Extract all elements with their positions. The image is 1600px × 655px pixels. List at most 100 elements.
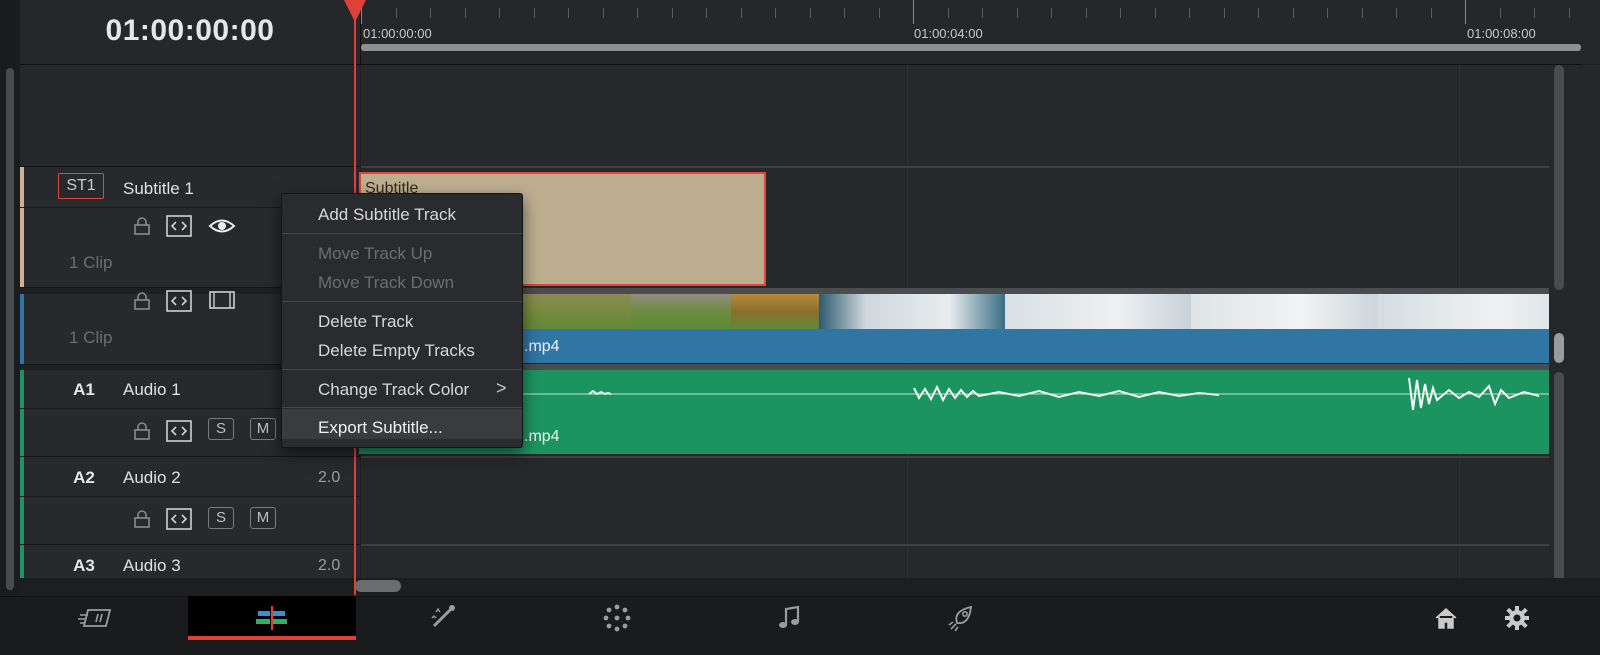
thumbnail bbox=[631, 294, 731, 329]
ruler-tick bbox=[1223, 8, 1225, 18]
ruler-tick bbox=[602, 8, 604, 18]
thumbnail bbox=[1005, 294, 1191, 329]
track-id-subtitle[interactable]: ST1 bbox=[58, 173, 104, 199]
lock-icon[interactable] bbox=[132, 509, 152, 534]
current-timecode[interactable]: 01:00:00:00 bbox=[20, 14, 360, 48]
track-id-a2: A2 bbox=[73, 468, 95, 487]
track-name-a1[interactable]: Audio 1 bbox=[123, 380, 181, 400]
horizontal-scrollbar[interactable] bbox=[20, 578, 1600, 595]
ruler-tick bbox=[1120, 8, 1121, 18]
thumbnail bbox=[731, 294, 819, 329]
track-id-a3: A3 bbox=[73, 556, 95, 575]
edit-page-icon[interactable] bbox=[242, 596, 302, 640]
ruler-tick bbox=[1430, 8, 1432, 18]
mute-button[interactable]: M bbox=[250, 418, 276, 440]
ruler-tick bbox=[430, 8, 431, 18]
track-color-subtitle bbox=[20, 167, 24, 287]
lock-icon[interactable] bbox=[132, 421, 152, 446]
fairlight-page-icon[interactable] bbox=[760, 596, 820, 640]
ruler-tick bbox=[1154, 8, 1156, 18]
ruler-tick bbox=[1292, 8, 1294, 18]
ruler-tick bbox=[1534, 8, 1535, 18]
solo-button[interactable]: S bbox=[208, 507, 234, 529]
fusion-page-icon[interactable] bbox=[414, 596, 474, 640]
mute-button[interactable]: M bbox=[250, 507, 276, 529]
clip-count-video: 1 Clip bbox=[69, 328, 113, 347]
menu-item-add-subtitle-track[interactable]: Add Subtitle Track bbox=[318, 205, 456, 225]
menu-item-move-track-up[interactable]: Move Track Up bbox=[318, 244, 432, 264]
menu-separator bbox=[282, 233, 522, 234]
track-context-menu: Add Subtitle Track Move Track Up Move Tr… bbox=[281, 193, 523, 448]
track-divider bbox=[361, 166, 1582, 168]
timeline-ruler[interactable]: 01:00:00:00 01:00:04:00 01:00:08:00 bbox=[361, 0, 1582, 65]
video-clip-thumbnails[interactable] bbox=[359, 294, 1549, 329]
ruler-tick bbox=[1327, 8, 1328, 18]
ruler-tick bbox=[637, 8, 638, 18]
thumbnail bbox=[819, 294, 1005, 329]
channel-format-a2: 2.0 bbox=[318, 469, 341, 486]
menu-item-change-track-color[interactable]: Change Track Color bbox=[318, 380, 469, 400]
cut-page-icon[interactable] bbox=[68, 596, 128, 640]
ruler-tick bbox=[1568, 8, 1570, 18]
track-header-scrollbar[interactable] bbox=[6, 68, 14, 590]
ruler-tick bbox=[464, 8, 466, 18]
track-divider bbox=[361, 544, 1582, 546]
ruler-label-8s: 01:00:08:00 bbox=[1467, 26, 1536, 41]
ruler-tick bbox=[740, 8, 742, 18]
ruler-cap bbox=[1582, 0, 1600, 64]
film-icon[interactable] bbox=[208, 290, 236, 315]
auto-track-select-icon[interactable] bbox=[166, 508, 192, 535]
thumbnail bbox=[1377, 294, 1549, 329]
ruler-label-0: 01:00:00:00 bbox=[363, 26, 432, 41]
playhead-handle[interactable] bbox=[344, 0, 366, 22]
eye-icon[interactable] bbox=[208, 215, 236, 242]
track-name-subtitle[interactable]: Subtitle 1 bbox=[123, 179, 194, 199]
track-id-a1: A1 bbox=[73, 380, 95, 399]
auto-track-select-icon[interactable] bbox=[166, 290, 192, 317]
submenu-chevron-icon: > bbox=[496, 378, 507, 398]
ruler-tick bbox=[844, 8, 845, 18]
ruler-tick bbox=[568, 8, 569, 18]
auto-track-select-icon[interactable] bbox=[166, 215, 192, 242]
ruler-tick bbox=[947, 8, 949, 18]
menu-separator bbox=[282, 407, 522, 408]
ruler-tick bbox=[706, 8, 707, 18]
menu-item-export-subtitle[interactable]: Export Subtitle... bbox=[318, 418, 443, 438]
home-icon[interactable] bbox=[1416, 596, 1476, 640]
video-clip-label: .mp4 bbox=[524, 338, 560, 355]
video-track-scrollbar[interactable] bbox=[1554, 65, 1564, 290]
lock-icon[interactable] bbox=[132, 216, 152, 241]
track-name-a2[interactable]: Audio 2 bbox=[123, 468, 181, 488]
ruler-tick bbox=[1361, 8, 1363, 18]
video-track-scrollbar-thumb[interactable] bbox=[1554, 333, 1564, 363]
clip-count-subtitle: 1 Clip bbox=[69, 253, 113, 272]
channel-format-a3: 2.0 bbox=[318, 557, 341, 574]
ruler-tick bbox=[982, 8, 983, 18]
ruler-tick bbox=[1499, 8, 1501, 18]
ruler-tick bbox=[809, 8, 811, 18]
track-name-a3[interactable]: Audio 3 bbox=[123, 556, 181, 576]
menu-item-delete-track[interactable]: Delete Track bbox=[318, 312, 413, 332]
color-page-icon[interactable] bbox=[587, 596, 647, 640]
auto-track-select-icon[interactable] bbox=[166, 420, 192, 447]
ruler-label-4s: 01:00:04:00 bbox=[914, 26, 983, 41]
horizontal-scrollbar-thumb[interactable] bbox=[355, 580, 401, 592]
menu-item-move-track-down[interactable]: Move Track Down bbox=[318, 273, 454, 293]
thumbnail bbox=[1191, 294, 1377, 329]
header-separator bbox=[20, 496, 360, 497]
audio-clip-label: .mp4 bbox=[524, 428, 560, 445]
ruler-tick bbox=[395, 8, 397, 18]
track-color-a2 bbox=[20, 457, 24, 544]
audio-track-scrollbar[interactable] bbox=[1554, 372, 1564, 594]
settings-icon[interactable] bbox=[1487, 596, 1547, 640]
ruler-tick bbox=[878, 8, 880, 18]
lock-icon[interactable] bbox=[132, 291, 152, 316]
menu-item-delete-empty-tracks[interactable]: Delete Empty Tracks bbox=[318, 341, 475, 361]
deliver-page-icon[interactable] bbox=[932, 596, 992, 640]
ruler-tick bbox=[533, 8, 535, 18]
timeline-zoom-bar[interactable] bbox=[361, 44, 1581, 51]
ruler-tick bbox=[499, 8, 500, 18]
solo-button[interactable]: S bbox=[208, 418, 234, 440]
ruler-tick bbox=[1085, 8, 1087, 18]
ruler-tick bbox=[671, 8, 673, 18]
